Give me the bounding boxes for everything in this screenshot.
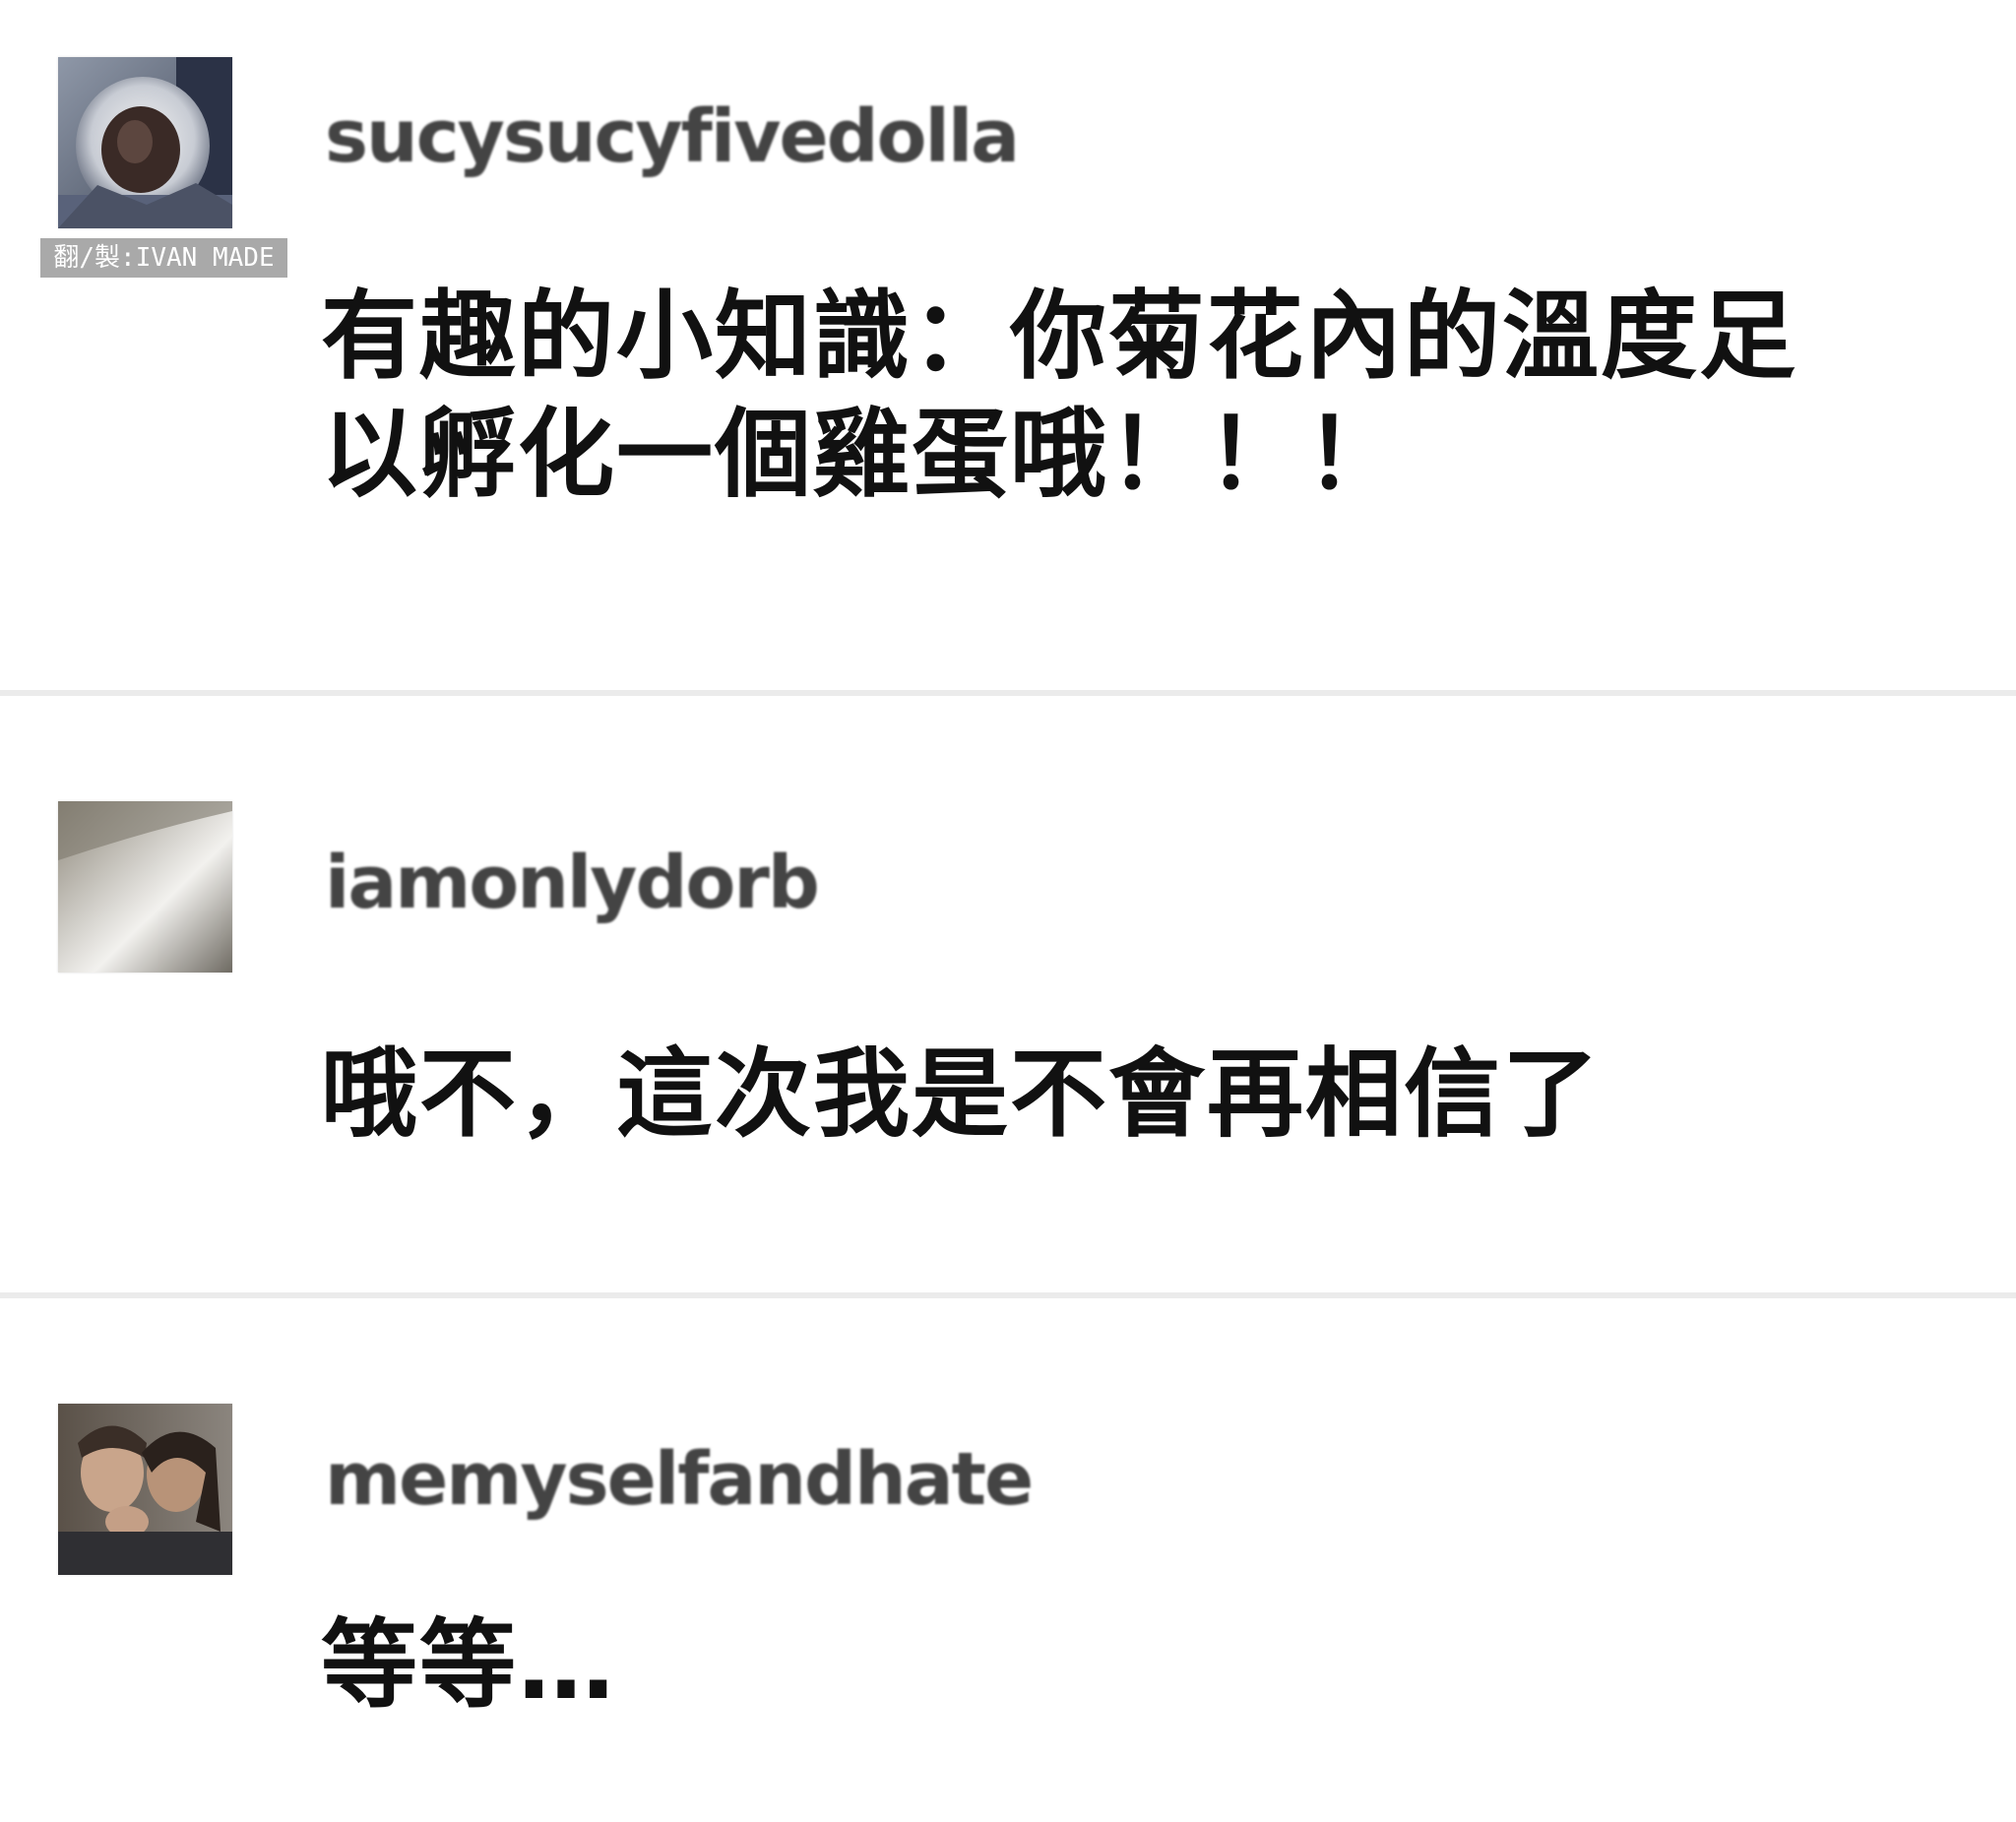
astronaut-helmet-avatar-icon [58, 57, 232, 228]
username-link[interactable]: sucysucyfivedolla [325, 94, 1020, 179]
comment-post: iamonlydorb 哦不，這次我是不會再相信了 [0, 697, 2016, 1293]
gray-blur-avatar-icon [58, 801, 232, 973]
username-link[interactable]: iamonlydorb [325, 841, 820, 925]
avatar[interactable] [58, 57, 232, 228]
divider [0, 1292, 2016, 1298]
couple-photo-avatar-icon [58, 1404, 232, 1575]
watermark-label: 翻/製:IVAN MADE [40, 238, 287, 278]
username-link[interactable]: memyselfandhate [325, 1437, 1034, 1522]
comment-post: 翻/製:IVAN MADE sucysucyfivedolla 有趣的小知識：你… [0, 0, 2016, 689]
comment-text: 等等… [321, 1609, 617, 1722]
comment-post: memyselfandhate 等等… [0, 1301, 2016, 1822]
avatar[interactable] [58, 1404, 232, 1575]
avatar[interactable] [58, 801, 232, 973]
comment-text: 有趣的小知識：你菊花內的溫度足以孵化一個雞蛋哦！！！ [321, 281, 1798, 511]
comment-text: 哦不，這次我是不會再相信了 [321, 1038, 1602, 1151]
divider [0, 690, 2016, 696]
